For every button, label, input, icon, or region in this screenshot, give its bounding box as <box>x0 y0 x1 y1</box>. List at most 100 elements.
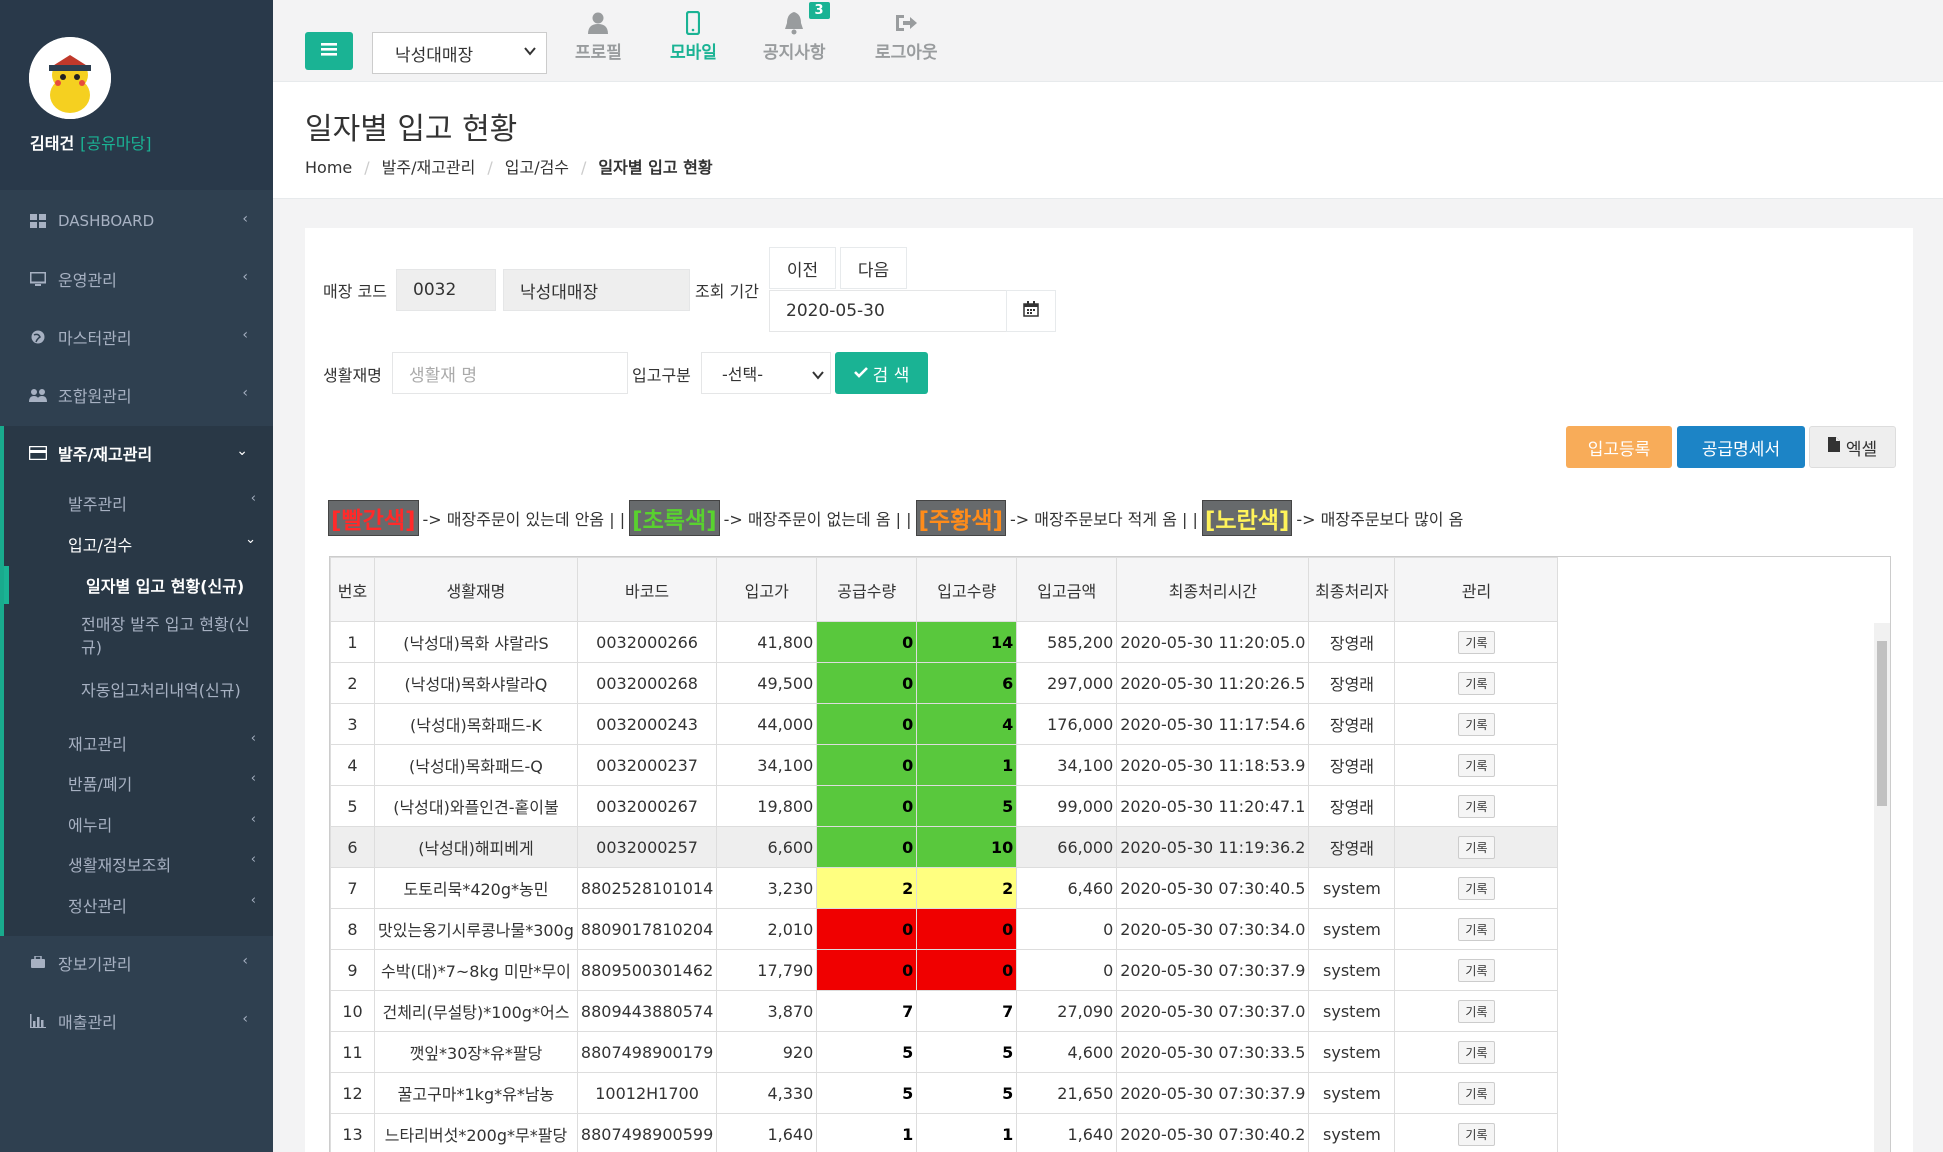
sidebar-sub-order[interactable]: 발주관리 ‹ <box>68 491 268 515</box>
item-name-input[interactable]: 생활재 명 <box>392 352 628 394</box>
table-row[interactable]: 10 건체리(무설탕)*100g*어스 8809443880574 3,870 7 7 27… <box>330 990 1559 1032</box>
cell-item-name: 깻잎*30장*유*팔당 <box>374 1031 578 1073</box>
cell-price: 6,600 <box>716 826 818 868</box>
breadcrumb: Home / 발주/재고관리 / 입고/검수 / 일자별 입고 현황 <box>305 158 713 177</box>
table-row[interactable]: 4 (낙성대)목화패드-Q 0032000237 34,100 0 1 34,100 2020… <box>330 744 1559 786</box>
cell-last-user: system <box>1308 990 1396 1032</box>
date-input[interactable]: 2020-05-30 <box>769 290 1007 332</box>
col-header-item[interactable]: 생활재명 <box>374 557 578 622</box>
sidebar-sub-label: 발주관리 <box>68 495 127 514</box>
table-row[interactable]: 1 (낙성대)목화 샤랄라S 0032000266 41,800 0 14 585,200 2… <box>330 621 1559 663</box>
sidebar-item-label: 마스터관리 <box>58 329 132 348</box>
record-button[interactable]: 기록 <box>1458 917 1495 941</box>
table-row[interactable]: 8 맛있는옹기시루콩나물*300g 8809017810204 2,010 0 0 0 202… <box>330 908 1559 950</box>
breadcrumb-current: 일자별 입고 현황 <box>598 158 713 177</box>
sidebar-item-master[interactable]: 마스터관리 ‹ <box>0 317 273 357</box>
sidebar-sub-label: 정산관리 <box>68 897 127 916</box>
prev-day-button[interactable]: 이전 <box>769 247 836 289</box>
user-name[interactable]: 김태건 [공유마당] <box>30 130 152 154</box>
nav-notice[interactable]: 3 공지사항 <box>763 2 830 63</box>
avatar[interactable] <box>29 37 111 119</box>
cell-last-time: 2020-05-30 11:20:26.5 <box>1116 662 1310 704</box>
cell-receive-qty: 6 <box>916 662 1018 704</box>
receive-type-select[interactable]: -선택- <box>701 352 831 394</box>
sidebar-sub-label: 반품/폐기 <box>68 775 133 794</box>
col-header-barcode[interactable]: 바코드 <box>576 557 718 622</box>
col-header-supply-qty[interactable]: 공급수량 <box>816 557 918 622</box>
breadcrumb-item[interactable]: 발주/재고관리 <box>382 158 476 177</box>
user-name-text: 김태건 <box>30 134 75 153</box>
cell-item-name: (낙성대)목화패드-Q <box>374 744 578 786</box>
table-row[interactable]: 3 (낙성대)목화패드-K 0032000243 44,000 0 4 176,000 202… <box>330 703 1559 745</box>
table-row[interactable]: 5 (낙성대)와플인견-홑이불 0032000267 19,800 0 5 99,000 20… <box>330 785 1559 827</box>
record-button[interactable]: 기록 <box>1458 1040 1495 1064</box>
table-row[interactable]: 11 깻잎*30장*유*팔당 8807498900179 920 5 5 4,600 2020… <box>330 1031 1559 1073</box>
cell-supply-qty: 7 <box>816 990 918 1032</box>
table-row[interactable]: 7 도토리묵*420g*농민 8802528101014 3,230 2 2 6,460 20… <box>330 867 1559 909</box>
sidebar-item-dashboard[interactable]: DASHBOARD ‹ <box>0 201 273 241</box>
col-header-no[interactable]: 번호 <box>330 557 375 622</box>
cell-no: 4 <box>330 744 375 786</box>
record-button[interactable]: 기록 <box>1458 630 1495 654</box>
excel-button[interactable]: 엑셀 <box>1809 426 1896 468</box>
record-button[interactable]: 기록 <box>1458 1122 1495 1146</box>
table-row[interactable]: 13 느타리버섯*200g*무*팔당 8807498900599 1,640 1 1 1,6… <box>330 1113 1559 1152</box>
nav-profile[interactable]: 프로필 <box>575 8 622 63</box>
next-day-button[interactable]: 다음 <box>840 247 907 289</box>
cell-supply-qty: 0 <box>816 744 918 786</box>
cell-barcode: 8807498900179 <box>576 1031 718 1073</box>
cell-no: 2 <box>330 662 375 704</box>
sidebar-item-sales[interactable]: 매출관리 ‹ <box>0 1001 273 1041</box>
sidebar-subsub-daily[interactable]: 일자별 입고 현황(신규) <box>86 573 286 597</box>
col-header-last-user[interactable]: 최종처리자 <box>1308 557 1396 622</box>
record-button[interactable]: 기록 <box>1458 1081 1495 1105</box>
table-row[interactable]: 9 수박(대)*7~8kg 미만*무이 8809500301462 17,790 0 0 0… <box>330 949 1559 991</box>
table-scrollbar[interactable] <box>1874 623 1890 1152</box>
col-header-manage[interactable]: 관리 <box>1394 557 1559 622</box>
menu-toggle-button[interactable] <box>305 32 353 70</box>
breadcrumb-item[interactable]: 입고/검수 <box>505 158 569 177</box>
record-button[interactable]: 기록 <box>1458 794 1495 818</box>
scrollbar-thumb[interactable] <box>1877 641 1887 806</box>
record-button[interactable]: 기록 <box>1458 671 1495 695</box>
search-button[interactable]: 검 색 <box>835 352 928 394</box>
sidebar-item-order-stock[interactable]: 발주/재고관리 ⌄ <box>0 433 273 473</box>
sidebar-item-operation[interactable]: 운영관리 ‹ <box>0 259 273 299</box>
sidebar-sub-discount[interactable]: 에누리 ‹ <box>68 812 268 836</box>
breadcrumb-home[interactable]: Home <box>305 158 352 177</box>
table-row[interactable]: 6 (낙성대)해피베게 0032000257 6,600 0 10 66,000 2020-0… <box>330 826 1559 868</box>
col-header-price[interactable]: 입고가 <box>716 557 818 622</box>
legend-green-desc: -> 매장주문이 없는데 옴 | | <box>723 510 912 529</box>
supply-statement-button[interactable]: 공급명세서 <box>1677 426 1805 468</box>
record-button[interactable]: 기록 <box>1458 712 1495 736</box>
record-button[interactable]: 기록 <box>1458 876 1495 900</box>
cell-supply-qty: 2 <box>816 867 918 909</box>
table-row[interactable]: 2 (낙성대)목화샤랄라Q 0032000268 49,500 0 6 297,000 202… <box>330 662 1559 704</box>
cell-last-user: 장영래 <box>1308 785 1396 827</box>
receive-type-value: -선택- <box>722 365 763 384</box>
period-label: 조회 기간 <box>695 282 759 301</box>
record-button[interactable]: 기록 <box>1458 958 1495 982</box>
table-row[interactable]: 12 꿀고구마*1kg*유*남농 10012H1700 4,330 5 5 21,650 20… <box>330 1072 1559 1114</box>
sidebar-sub-iteminfo[interactable]: 생활재정보조회 ‹ <box>68 852 268 876</box>
record-button[interactable]: 기록 <box>1458 835 1495 859</box>
nav-logout[interactable]: 로그아웃 <box>875 8 938 63</box>
sidebar-sub-stock[interactable]: 재고관리 ‹ <box>68 731 268 755</box>
nav-mobile[interactable]: 모바일 <box>670 8 717 63</box>
sidebar-item-shopping[interactable]: 장보기관리 ‹ <box>0 943 273 983</box>
sidebar-subsub-auto[interactable]: 자동입고처리내역(신규) <box>81 677 281 701</box>
sidebar-item-members[interactable]: 조합원관리 ‹ <box>0 375 273 415</box>
record-button[interactable]: 기록 <box>1458 999 1495 1023</box>
sidebar-sub-receiving[interactable]: 입고/검수 ⌄ <box>68 532 268 556</box>
register-receipt-button[interactable]: 입고등록 <box>1566 426 1672 468</box>
col-header-amount[interactable]: 입고금액 <box>1016 557 1118 622</box>
store-select[interactable]: 낙성대매장 <box>372 32 547 74</box>
sidebar-sub-return[interactable]: 반품/폐기 ‹ <box>68 771 268 795</box>
col-header-receive-qty[interactable]: 입고수량 <box>916 557 1018 622</box>
col-header-last-time[interactable]: 최종처리시간 <box>1116 557 1310 622</box>
cell-barcode: 8802528101014 <box>576 867 718 909</box>
sidebar-subsub-allstore[interactable]: 전매장 발주 입고 현황(신규) <box>81 613 266 659</box>
record-button[interactable]: 기록 <box>1458 753 1495 777</box>
sidebar-sub-settlement[interactable]: 정산관리 ‹ <box>68 893 268 917</box>
calendar-button[interactable] <box>1006 290 1056 332</box>
